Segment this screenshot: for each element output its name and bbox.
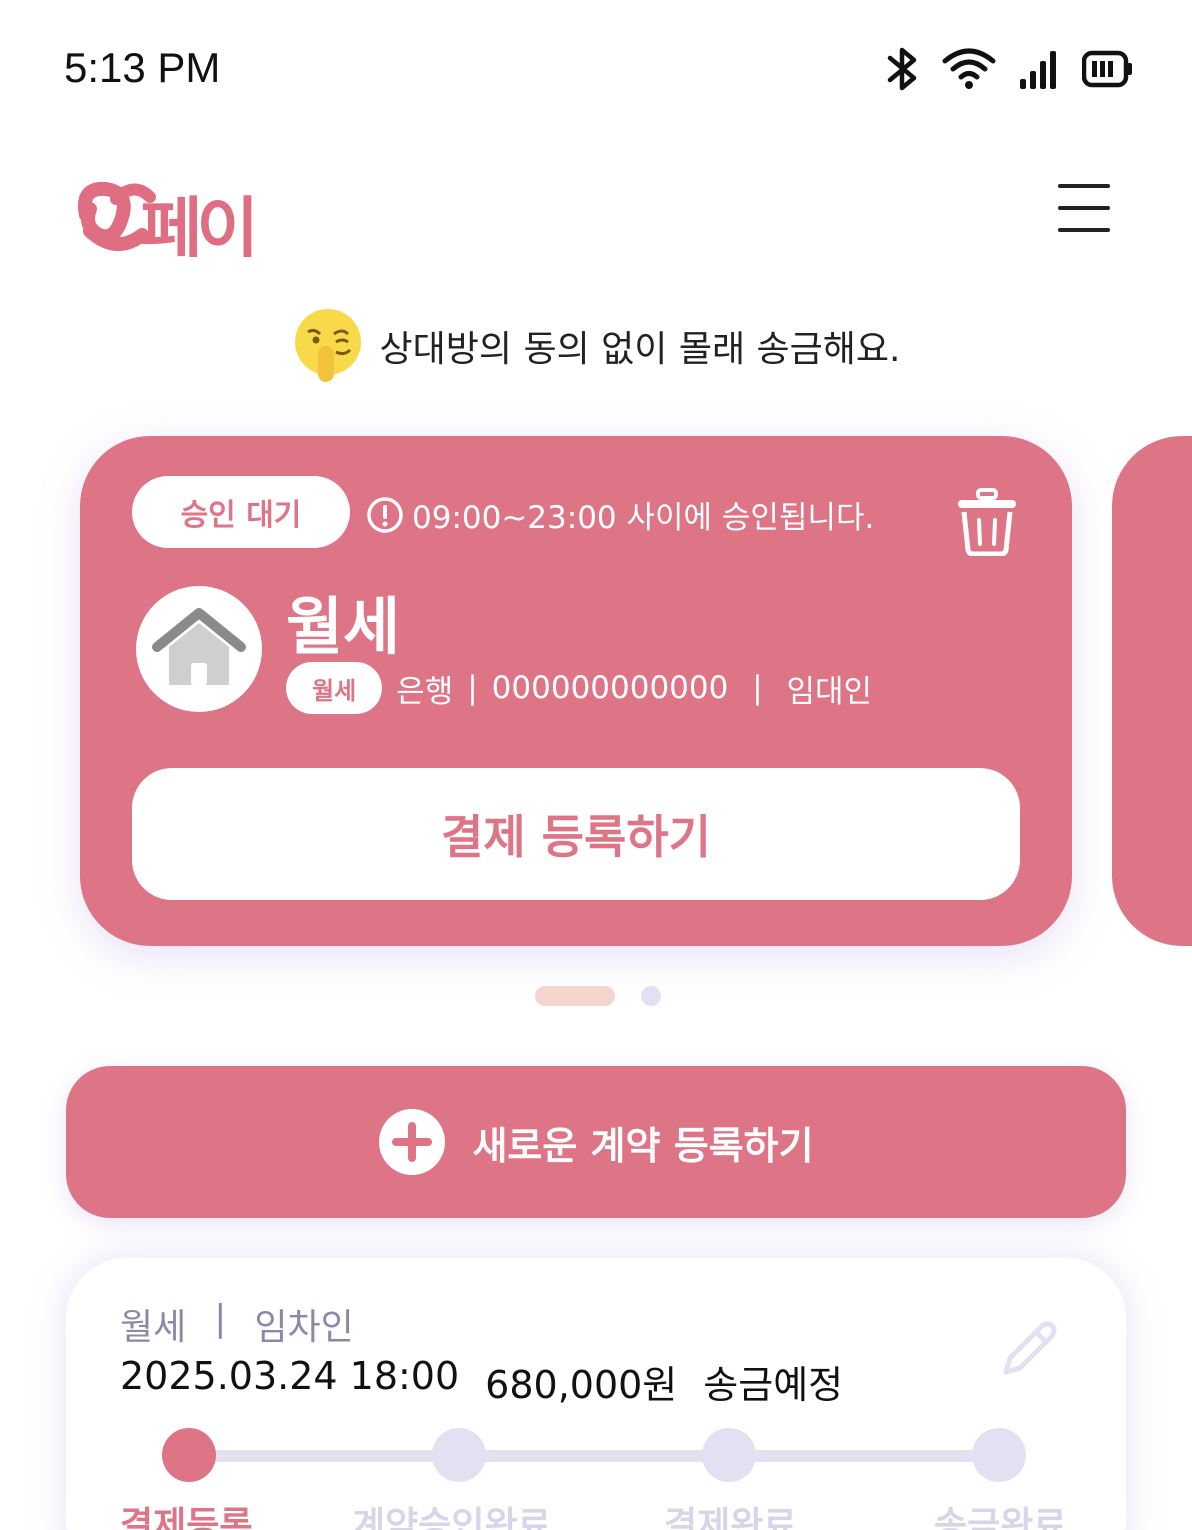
contract-card[interactable]: 승인 대기 09:00~23:00 사이에 승인됩니다. 월세 월세 은행 | … — [80, 436, 1072, 946]
shushing-emoji-icon — [294, 309, 361, 382]
step-label-1: 결제등록 — [120, 1505, 253, 1530]
contract-title: 월세 — [286, 590, 401, 663]
status-time: 5:13 PM — [64, 44, 221, 91]
app-header: 페이 — [0, 160, 1192, 270]
contract-type-badge: 월세 — [286, 662, 383, 714]
approval-note: 09:00~23:00 사이에 승인됩니다. — [366, 492, 874, 537]
house-icon — [152, 608, 246, 685]
separator: | — [467, 670, 478, 706]
pencil-icon — [1003, 1321, 1057, 1375]
carousel-pagination — [0, 986, 1192, 1006]
contract-role: 임대인 — [786, 673, 873, 710]
new-contract-button[interactable]: 새로운 계약 등록하기 — [66, 1066, 1126, 1218]
app-logo[interactable]: 페이 — [76, 170, 356, 260]
separator: | — [742, 670, 773, 706]
contract-avatar — [136, 586, 262, 712]
notice-text: 상대방의 동의 없이 몰래 송금해요. — [379, 329, 901, 370]
hamburger-icon — [1058, 184, 1110, 188]
carousel-dot-active[interactable] — [535, 986, 615, 1006]
step-label-3: 결제완료 — [664, 1505, 797, 1530]
schedule-amount: 680,000원 — [485, 1363, 678, 1407]
plus-circle-icon — [379, 1109, 446, 1175]
schedule-type: 월세 — [120, 1307, 187, 1348]
svg-text:페이: 페이 — [140, 191, 253, 257]
bank-name: 은행 — [396, 673, 454, 710]
hamburger-line — [1058, 206, 1110, 210]
separator: | — [214, 1298, 227, 1339]
account-number: 000000000000 — [491, 670, 729, 706]
notice-banner: 상대방의 동의 없이 몰래 송금해요. — [0, 306, 1192, 386]
register-payment-button[interactable]: 결제 등록하기 — [132, 768, 1020, 900]
bluetooth-icon — [887, 47, 917, 91]
delete-button[interactable] — [956, 488, 1018, 557]
payment-schedule-card[interactable]: 월세 | 임차인 2025.03.24 18:00 680,000원 송금예정 … — [66, 1258, 1126, 1530]
step-dot-1 — [162, 1428, 216, 1482]
schedule-role: 임차인 — [254, 1307, 354, 1348]
progress-track — [188, 1450, 978, 1462]
wifi-icon — [942, 48, 996, 89]
step-dot-4 — [972, 1428, 1026, 1482]
new-contract-label: 새로운 계약 등록하기 — [472, 1123, 814, 1168]
alert-circle-icon — [367, 496, 403, 533]
battery-icon — [1082, 50, 1132, 88]
status-badge: 승인 대기 — [132, 476, 350, 548]
progress-stepper — [162, 1428, 1026, 1484]
step-dot-3 — [702, 1428, 756, 1482]
edit-button[interactable] — [996, 1320, 1058, 1382]
next-contract-card[interactable] — [1112, 436, 1192, 946]
schedule-summary: 2025.03.24 18:00 680,000원 송금예정 — [120, 1354, 843, 1409]
schedule-status: 송금예정 — [703, 1363, 844, 1407]
menu-button[interactable] — [1058, 184, 1114, 238]
schedule-meta: 월세 | 임차인 — [120, 1298, 354, 1350]
status-bar: 5:13 PM — [0, 0, 1192, 130]
schedule-datetime: 2025.03.24 18:00 — [120, 1354, 460, 1398]
trash-icon — [958, 488, 1016, 557]
signal-icon — [1020, 51, 1056, 89]
status-icons — [884, 44, 1134, 94]
hamburger-line — [1058, 228, 1110, 232]
step-label-2: 계약승인완료 — [352, 1505, 551, 1530]
contract-info: 월세 은행 | 000000000000 | 임대인 — [286, 662, 872, 714]
step-label-4: 송금완료 — [934, 1505, 1067, 1530]
step-dot-2 — [432, 1428, 486, 1482]
carousel-dot[interactable] — [641, 986, 661, 1006]
approval-note-text: 09:00~23:00 사이에 승인됩니다. — [412, 500, 875, 536]
logo-icon: 페이 — [78, 181, 259, 257]
